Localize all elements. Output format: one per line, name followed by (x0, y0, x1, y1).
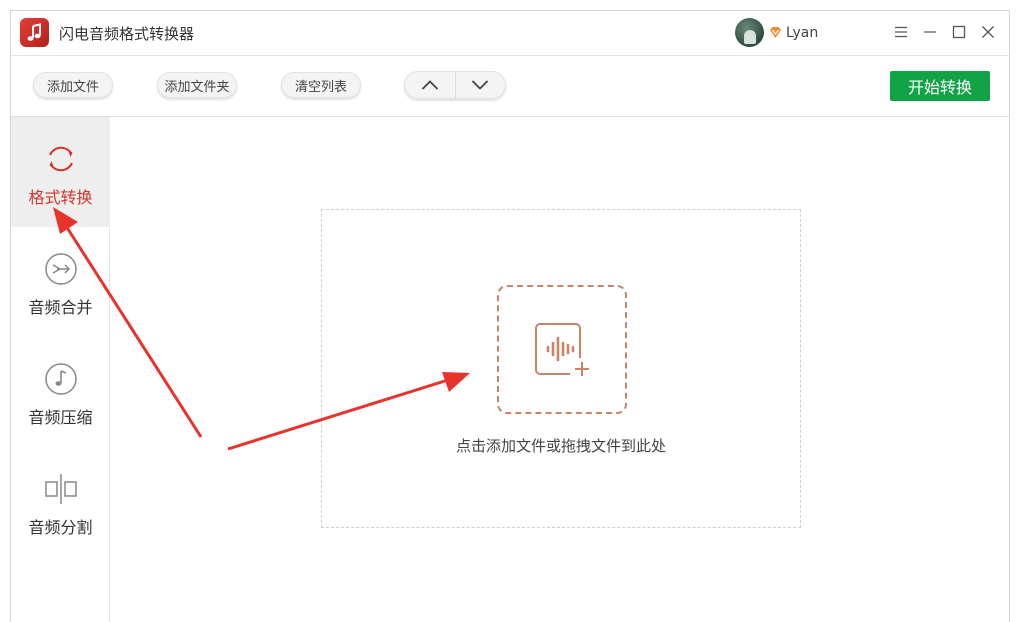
reorder-buttons (404, 71, 506, 99)
chevron-down-icon (472, 80, 489, 90)
app-window: 闪电音频格式转换器 Lyan 添加文件 添加文件夹 清空列表 开始转换 格式转换… (10, 10, 1010, 622)
chevron-up-icon (421, 80, 438, 90)
start-convert-button[interactable]: 开始转换 (890, 71, 990, 101)
close-button[interactable] (977, 21, 999, 43)
split-icon (44, 474, 77, 504)
user-profile[interactable]: Lyan (735, 18, 818, 47)
add-folder-button[interactable]: 添加文件夹 (157, 72, 237, 98)
toolbar: 添加文件 添加文件夹 清空列表 开始转换 (11, 55, 1009, 117)
sidebar-item-audio-merge[interactable]: 音频合并 (11, 227, 110, 337)
music-note-icon (27, 22, 41, 41)
add-file-dropzone[interactable] (497, 285, 627, 414)
sidebar-item-audio-split[interactable]: 音频分割 (11, 447, 110, 557)
sidebar: 格式转换 音频合并 音频压缩 音频分割 (11, 117, 110, 622)
title-bar: 闪电音频格式转换器 Lyan (11, 11, 1009, 55)
sidebar-item-label: 格式转换 (28, 188, 93, 207)
sidebar-item-label: 音频合并 (28, 298, 93, 317)
menu-icon (895, 26, 907, 38)
dropzone-hint: 点击添加文件或拖拽文件到此处 (455, 437, 666, 455)
sidebar-item-format-convert[interactable]: 格式转换 (11, 117, 110, 227)
vip-badge-icon (770, 27, 781, 38)
maximize-button[interactable] (948, 21, 970, 43)
sidebar-item-audio-compress[interactable]: 音频压缩 (11, 337, 110, 447)
avatar[interactable] (735, 18, 764, 47)
music-note-icon (44, 363, 77, 395)
move-down-button[interactable] (454, 72, 506, 98)
minimize-button[interactable] (919, 21, 941, 43)
add-audio-icon (535, 322, 589, 376)
username: Lyan (786, 24, 819, 41)
move-up-button[interactable] (405, 72, 455, 98)
drop-area[interactable]: 点击添加文件或拖拽文件到此处 (321, 209, 801, 528)
app-logo (20, 18, 49, 47)
menu-button[interactable] (890, 21, 912, 43)
refresh-icon (48, 146, 73, 172)
sidebar-item-label: 音频压缩 (28, 408, 93, 427)
clear-list-button[interactable]: 清空列表 (281, 72, 361, 98)
merge-icon (44, 253, 77, 285)
app-title: 闪电音频格式转换器 (59, 25, 195, 43)
sidebar-item-label: 音频分割 (28, 518, 93, 537)
add-file-button[interactable]: 添加文件 (33, 72, 113, 98)
maximize-icon (952, 25, 966, 39)
close-icon (982, 26, 994, 38)
minimize-icon (924, 31, 936, 33)
